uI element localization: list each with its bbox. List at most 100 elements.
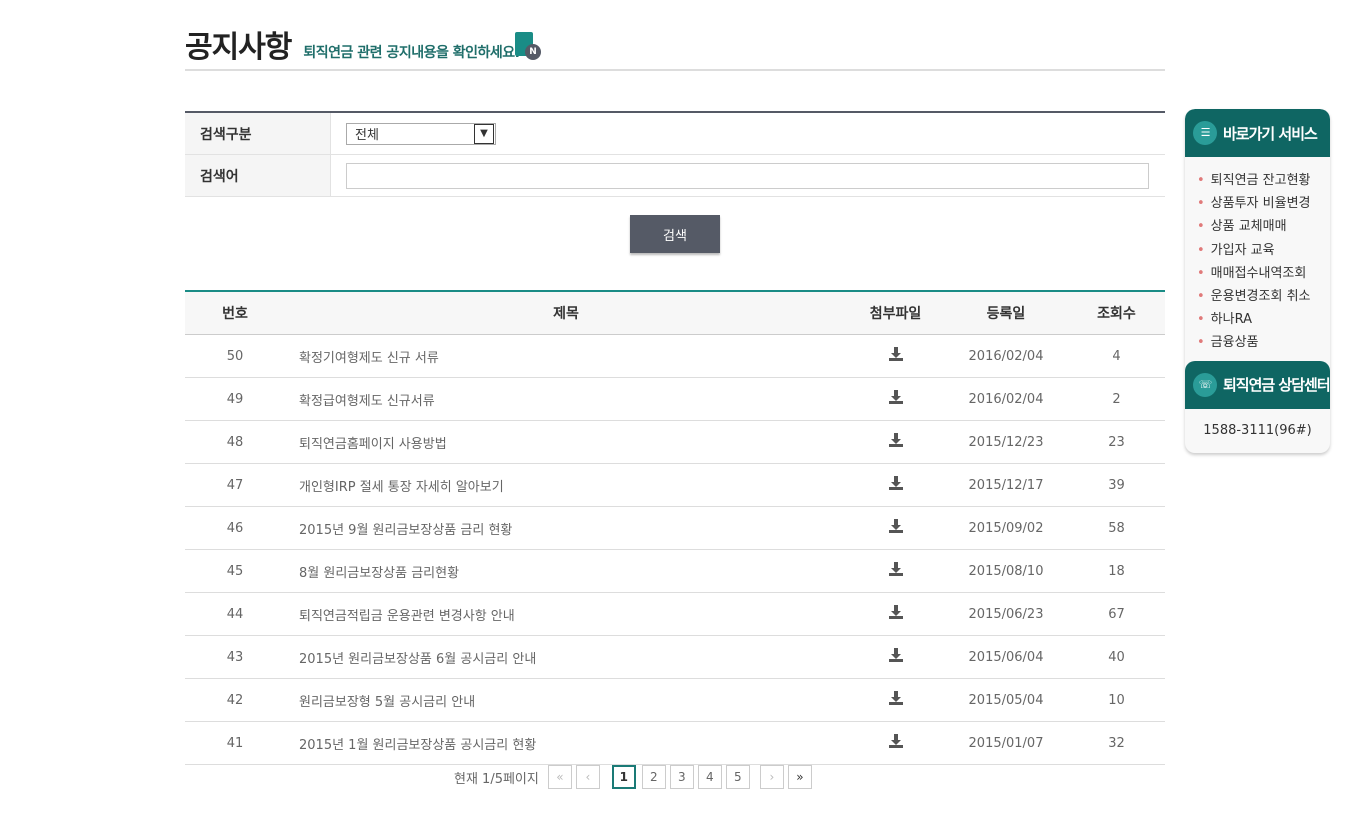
row-no: 43 xyxy=(185,635,285,679)
row-no: 45 xyxy=(185,549,285,593)
row-title-link[interactable]: 2015년 원리금보장상품 6월 공시금리 안내 xyxy=(285,635,847,679)
new-badge: N xyxy=(525,44,541,60)
page-subtitle: 퇴직연금 관련 공지내용을 확인하세요. xyxy=(303,45,520,61)
table-row: 48 퇴직연금홈페이지 사용방법 2015/12/23 23 xyxy=(185,420,1165,464)
row-date: 2015/06/04 xyxy=(944,635,1068,679)
quick-menu: ☰ 바로가기 서비스 퇴직연금 잔고현황상품투자 비율변경상품 교체매매가입자 교… xyxy=(1185,109,1330,453)
download-icon[interactable] xyxy=(847,635,944,679)
download-icon[interactable] xyxy=(847,420,944,464)
col-views: 조회수 xyxy=(1068,291,1165,335)
col-date: 등록일 xyxy=(944,291,1068,335)
row-no: 44 xyxy=(185,592,285,636)
search-form: 검색구분 전체 ▼ 검색어 xyxy=(185,111,1165,197)
notice-document-icon: N xyxy=(515,32,541,60)
table-row: 45 8월 원리금보장상품 금리현황 2015/08/10 18 xyxy=(185,549,1165,593)
table-row: 50 확정기여형제도 신규 서류 2016/02/04 4 xyxy=(185,334,1165,378)
page-2[interactable]: 2 xyxy=(641,765,666,789)
row-title-link[interactable]: 개인형IRP 절세 통장 자세히 알아보기 xyxy=(285,463,847,507)
page-title: 공지사항 xyxy=(185,30,292,65)
download-icon[interactable] xyxy=(847,334,944,378)
table-row: 44 퇴직연금적립금 운용관련 변경사항 안내 2015/06/23 67 xyxy=(185,592,1165,636)
headset-icon: ☏ xyxy=(1193,372,1217,397)
col-attachment: 첨부파일 xyxy=(847,291,944,335)
row-title-link[interactable]: 8월 원리금보장상품 금리현황 xyxy=(285,549,847,593)
row-views: 67 xyxy=(1068,592,1165,636)
last-page-button[interactable]: » xyxy=(787,765,812,789)
row-no: 46 xyxy=(185,506,285,550)
download-icon[interactable] xyxy=(847,592,944,636)
row-date: 2015/09/02 xyxy=(944,506,1068,550)
page-5[interactable]: 5 xyxy=(725,765,750,789)
first-page-button[interactable]: « xyxy=(547,765,572,789)
row-no: 50 xyxy=(185,334,285,378)
row-date: 2015/08/10 xyxy=(944,549,1068,593)
row-date: 2015/01/07 xyxy=(944,721,1068,765)
chevron-down-icon: ▼ xyxy=(474,123,494,144)
col-no: 번호 xyxy=(185,291,285,335)
row-views: 40 xyxy=(1068,635,1165,679)
search-type-label: 검색구분 xyxy=(185,113,331,154)
row-no: 42 xyxy=(185,678,285,722)
quick-menu-item[interactable]: 금융상품 xyxy=(1197,331,1330,354)
divider xyxy=(185,69,1165,71)
row-date: 2015/12/17 xyxy=(944,463,1068,507)
download-icon[interactable] xyxy=(847,463,944,507)
table-row: 47 개인형IRP 절세 통장 자세히 알아보기 2015/12/17 39 xyxy=(185,463,1165,507)
page-3[interactable]: 3 xyxy=(669,765,694,789)
row-title-link[interactable]: 퇴직연금적립금 운용관련 변경사항 안내 xyxy=(285,592,847,636)
quick-menu-item[interactable]: 운용변경조회 취소 xyxy=(1197,285,1330,308)
search-type-select[interactable]: 전체 ▼ xyxy=(346,122,496,145)
quick-menu-item[interactable]: 상품투자 비율변경 xyxy=(1197,192,1330,215)
table-row: 41 2015년 1월 원리금보장상품 공시금리 현황 2015/01/07 3… xyxy=(185,721,1165,765)
row-date: 2015/06/23 xyxy=(944,592,1068,636)
row-title-link[interactable]: 원리금보장형 5월 공시금리 안내 xyxy=(285,678,847,722)
page-1[interactable]: 1 xyxy=(611,765,636,789)
row-title-link[interactable]: 확정기여형제도 신규 서류 xyxy=(285,334,847,378)
list-icon: ☰ xyxy=(1193,121,1217,145)
row-date: 2016/02/04 xyxy=(944,334,1068,378)
search-type-value: 전체 xyxy=(355,128,379,143)
center-title: 퇴직연금 상담센터 xyxy=(1223,376,1330,394)
download-icon[interactable] xyxy=(847,549,944,593)
row-title-link[interactable]: 확정급여형제도 신규서류 xyxy=(285,377,847,421)
row-no: 47 xyxy=(185,463,285,507)
row-date: 2015/05/04 xyxy=(944,678,1068,722)
center-phone: 1588-3111(96#) xyxy=(1203,422,1312,438)
table-row: 42 원리금보장형 5월 공시금리 안내 2015/05/04 10 xyxy=(185,678,1165,722)
row-views: 39 xyxy=(1068,463,1165,507)
notice-table: 번호 제목 첨부파일 등록일 조회수 50 확정기여형제도 신규 서류 2016… xyxy=(185,290,1165,765)
download-icon[interactable] xyxy=(847,377,944,421)
table-row: 43 2015년 원리금보장상품 6월 공시금리 안내 2015/06/04 4… xyxy=(185,635,1165,679)
col-title: 제목 xyxy=(285,291,847,335)
quick-menu-title: 바로가기 서비스 xyxy=(1223,124,1318,143)
row-no: 48 xyxy=(185,420,285,464)
search-button[interactable]: 검색 xyxy=(630,215,720,253)
row-views: 23 xyxy=(1068,420,1165,464)
table-row: 46 2015년 9월 원리금보장상품 금리 현황 2015/09/02 58 xyxy=(185,506,1165,550)
row-views: 4 xyxy=(1068,334,1165,378)
row-title-link[interactable]: 2015년 9월 원리금보장상품 금리 현황 xyxy=(285,506,847,550)
row-views: 2 xyxy=(1068,377,1165,421)
row-title-link[interactable]: 퇴직연금홈페이지 사용방법 xyxy=(285,420,847,464)
download-icon[interactable] xyxy=(847,506,944,550)
quick-menu-item[interactable]: 하나RA xyxy=(1197,308,1330,331)
row-date: 2016/02/04 xyxy=(944,377,1068,421)
download-icon[interactable] xyxy=(847,721,944,765)
quick-menu-item[interactable]: 매매접수내역조회 xyxy=(1197,262,1330,285)
row-no: 41 xyxy=(185,721,285,765)
prev-page-button[interactable]: ‹ xyxy=(575,765,600,789)
keyword-label: 검색어 xyxy=(185,155,331,196)
quick-menu-item[interactable]: 가입자 교육 xyxy=(1197,239,1330,262)
row-date: 2015/12/23 xyxy=(944,420,1068,464)
download-icon[interactable] xyxy=(847,678,944,722)
next-page-button[interactable]: › xyxy=(759,765,784,789)
row-views: 58 xyxy=(1068,506,1165,550)
page-status: 현재 1/5페이지 xyxy=(454,771,539,787)
quick-menu-item[interactable]: 퇴직연금 잔고현황 xyxy=(1197,169,1330,192)
row-title-link[interactable]: 2015년 1월 원리금보장상품 공시금리 현황 xyxy=(285,721,847,765)
quick-menu-item[interactable]: 상품 교체매매 xyxy=(1197,215,1330,238)
page-4[interactable]: 4 xyxy=(697,765,722,789)
keyword-input[interactable] xyxy=(346,162,1149,189)
table-row: 49 확정급여형제도 신규서류 2016/02/04 2 xyxy=(185,377,1165,421)
row-no: 49 xyxy=(185,377,285,421)
